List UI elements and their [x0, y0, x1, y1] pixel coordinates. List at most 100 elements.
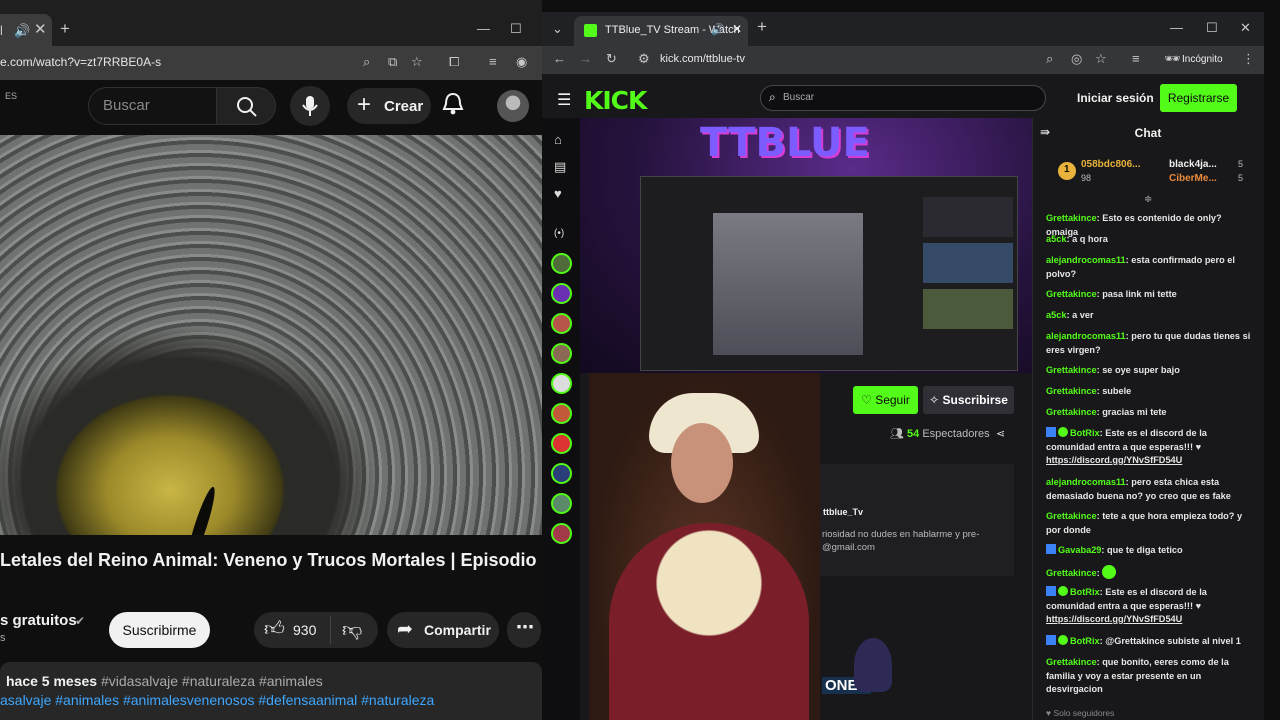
live-channels-icon[interactable]: (•) [554, 228, 564, 239]
register-button[interactable]: Registrarse [1160, 84, 1237, 112]
chat-username[interactable]: a5ck [1046, 310, 1066, 320]
gifter-name[interactable]: black4ja... [1169, 159, 1217, 170]
site-info-icon[interactable]: ⚙ [638, 52, 650, 66]
back-arrow-icon[interactable]: ← [553, 52, 566, 66]
reading-list-icon[interactable]: ≡ [1132, 52, 1140, 66]
tab-close-icon[interactable]: ✕ [34, 22, 47, 37]
speaker-icon[interactable]: 🔊 [14, 24, 30, 38]
chat-username[interactable]: a5ck [1046, 234, 1066, 244]
following-heart-icon[interactable]: ♥ [554, 186, 562, 201]
more-actions-button[interactable]: ⋯ [507, 612, 541, 648]
chat-title: Chat [1134, 126, 1162, 140]
sidebar-channel-avatar[interactable] [551, 433, 572, 454]
new-tab-icon[interactable]: + [757, 18, 767, 35]
channel-name[interactable]: s gratuitos [0, 612, 77, 629]
maximize-icon[interactable]: ☐ [510, 22, 522, 36]
zoom-icon[interactable]: ⌕ [1046, 52, 1053, 66]
media-control-icon[interactable]: ≡ [489, 55, 497, 69]
stream-player[interactable]: TTBLUE [580, 118, 1032, 373]
new-tab-icon[interactable]: + [60, 20, 70, 37]
tab-search-chevron-icon[interactable]: ⌄ [552, 22, 563, 36]
chat-username[interactable]: BotRix [1070, 636, 1100, 646]
about-line: riosidad no dudes en hablarme y pre- [822, 529, 980, 540]
like-thumbs-up-icon[interactable]: 👍︎ [264, 617, 285, 641]
right-address-bar[interactable]: ← → ↻ ⚙ kick.com/ttblue-tv ⌕ ◎ ☆ ≡ 🕶 Inc… [542, 46, 1264, 74]
chat-username[interactable]: alejandrocomas11 [1046, 477, 1126, 487]
chat-username[interactable]: alejandrocomas11 [1046, 331, 1126, 341]
sidebar-channel-avatar[interactable] [551, 403, 572, 424]
description-hashtags[interactable]: asalvaje #animales #animalesvenenosos #d… [0, 692, 434, 708]
kick-search-input[interactable]: ⌕ Buscar [760, 85, 1046, 111]
chat-username[interactable]: BotRix [1070, 587, 1100, 597]
kick-logo[interactable]: KICK [584, 86, 647, 115]
chat-username[interactable]: Grettakince [1046, 568, 1097, 578]
login-link[interactable]: Iniciar sesión [1077, 91, 1154, 105]
about-email[interactable]: @gmail.com [822, 542, 875, 553]
subscribe-button[interactable]: ✧ Suscribirse [923, 386, 1014, 414]
chat-username[interactable]: BotRix [1070, 428, 1100, 438]
bot-badge-icon [1046, 427, 1056, 437]
left-address-bar[interactable]: e.com/watch?v=zt7RRBE0A-s ⌕ ⧉ ☆ ⧠ ≡ ◉ [0, 46, 542, 80]
minimize-icon[interactable]: — [477, 22, 490, 36]
youtube-search-input[interactable]: Buscar [88, 87, 218, 125]
sidebar-channel-avatar[interactable] [551, 523, 572, 544]
left-url-text[interactable]: e.com/watch?v=zt7RRBE0A-s [0, 55, 161, 69]
sidebar-channel-avatar[interactable] [551, 463, 572, 484]
profile-icon[interactable]: ◉ [516, 55, 527, 69]
reload-icon[interactable]: ↻ [606, 52, 617, 66]
bookmark-star-icon[interactable]: ☆ [1095, 52, 1107, 66]
discord-link[interactable]: https://discord.gg/YNvSfFD54U [1046, 614, 1182, 624]
chat-username[interactable]: Grettakince [1046, 213, 1097, 223]
voice-search-button[interactable] [290, 86, 330, 126]
chat-username[interactable]: Grettakince [1046, 365, 1097, 375]
chat-mode-notice: ♥ Solo seguidores [1046, 708, 1114, 718]
extensions-icon[interactable]: ⧠ [449, 55, 459, 69]
home-icon[interactable]: ⌂ [554, 132, 562, 147]
kick-url-text[interactable]: kick.com/ttblue-tv [660, 53, 745, 65]
chat-username[interactable]: Grettakince [1046, 289, 1097, 299]
sidebar-channel-avatar[interactable] [551, 283, 572, 304]
dislike-thumbs-down-icon[interactable]: 👎︎ [342, 618, 362, 642]
notifications-bell-icon[interactable] [442, 92, 464, 116]
create-button[interactable]: + Crear [347, 88, 431, 124]
description-box[interactable] [0, 662, 542, 720]
description-tags-top[interactable]: #vidasalvaje #naturaleza #animales [101, 673, 323, 689]
account-avatar[interactable] [497, 90, 529, 122]
forward-arrow-icon[interactable]: → [579, 52, 592, 66]
chat-username[interactable]: Grettakince [1046, 386, 1097, 396]
chat-username[interactable]: Gavaba29 [1058, 545, 1101, 555]
sidebar-channel-avatar[interactable] [551, 373, 572, 394]
hamburger-menu-icon[interactable]: ☰ [557, 90, 571, 110]
search-button[interactable] [216, 87, 276, 125]
tab-close-icon[interactable]: ✕ [732, 22, 742, 36]
kick-browser-tab[interactable]: TTBlue_TV Stream - Watch 🔊 ✕ [574, 16, 748, 46]
chat-username[interactable]: alejandrocomas11 [1046, 255, 1126, 265]
sidebar-channel-avatar[interactable] [551, 343, 572, 364]
cast-icon[interactable]: ⧉ [388, 55, 397, 69]
tracking-protection-eye-icon[interactable]: ◎ [1071, 52, 1082, 66]
video-player[interactable] [0, 135, 542, 535]
minimize-icon[interactable]: — [1170, 21, 1183, 35]
gifter-name[interactable]: CiberMe... [1169, 173, 1217, 184]
browser-menu-icon[interactable]: ⋮ [1242, 52, 1255, 66]
subscribe-button[interactable]: Suscribirme [109, 612, 210, 648]
chat-username[interactable]: Grettakince [1046, 511, 1097, 521]
tab-audio-icon[interactable]: 🔊 [711, 23, 725, 36]
window-close-icon[interactable]: ✕ [1240, 21, 1251, 35]
sidebar-channel-avatar[interactable] [551, 493, 572, 514]
maximize-icon[interactable]: ☐ [1206, 21, 1218, 35]
browse-icon[interactable]: ▤ [554, 159, 566, 175]
follow-button[interactable]: ♡ Seguir [853, 386, 918, 414]
chat-username[interactable]: Grettakince [1046, 657, 1097, 667]
share-button[interactable]: ➦ Compartir [387, 612, 499, 648]
like-divider [330, 616, 331, 644]
chat-username[interactable]: Grettakince [1046, 407, 1097, 417]
share-icon[interactable]: ⋖ [996, 427, 1005, 440]
top-gifter-name[interactable]: 058bdc806... [1081, 159, 1140, 170]
sidebar-channel-avatar[interactable] [551, 253, 572, 274]
expand-leaderboard-icon[interactable]: ≑ [1144, 194, 1152, 205]
bookmark-star-icon[interactable]: ☆ [411, 55, 423, 69]
discord-link[interactable]: https://discord.gg/YNvSfFD54U [1046, 455, 1182, 465]
zoom-icon[interactable]: ⌕ [363, 55, 370, 69]
sidebar-channel-avatar[interactable] [551, 313, 572, 334]
